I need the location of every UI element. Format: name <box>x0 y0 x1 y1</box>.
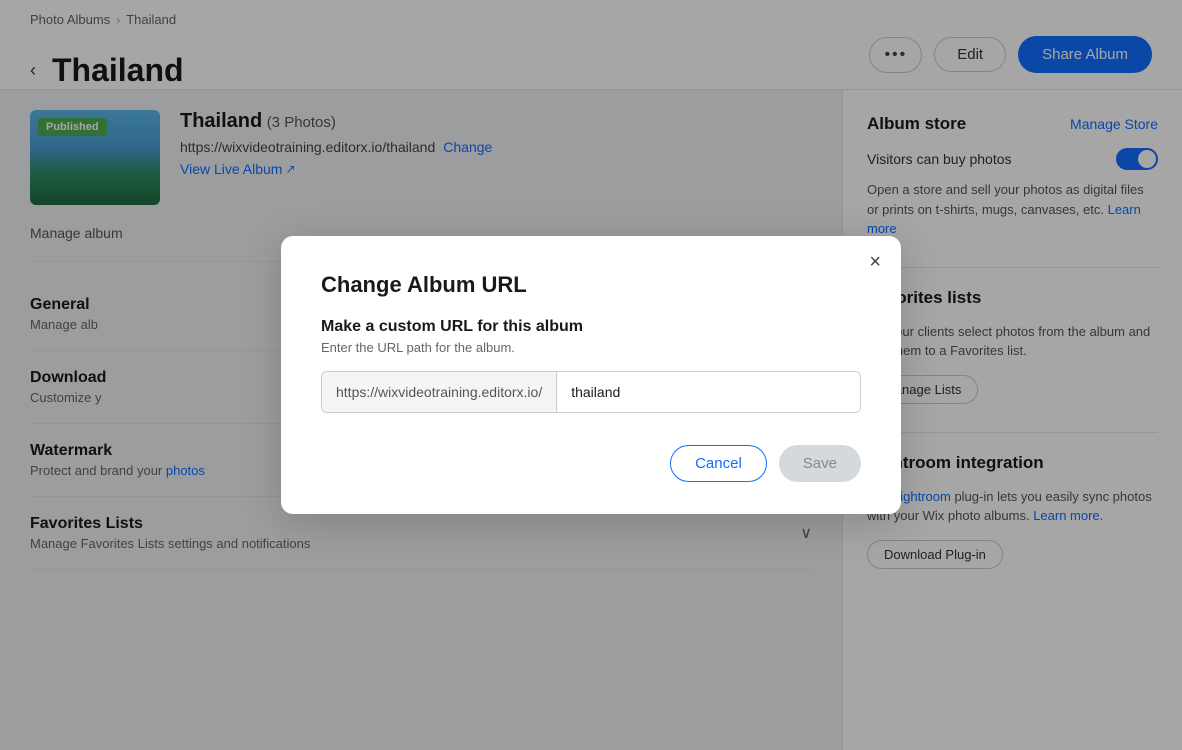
cancel-button[interactable]: Cancel <box>670 445 767 482</box>
modal-close-button[interactable]: × <box>869 252 881 272</box>
change-album-url-modal: × Change Album URL Make a custom URL for… <box>281 236 901 514</box>
page-background: Photo Albums › Thailand ‹ Thailand ••• E… <box>0 0 1182 750</box>
modal-subtitle: Make a custom URL for this album <box>321 318 861 336</box>
url-path-input[interactable] <box>557 372 860 412</box>
url-input-row: https://wixvideotraining.editorx.io/ <box>321 371 861 413</box>
modal-actions: Cancel Save <box>321 445 861 482</box>
modal-hint: Enter the URL path for the album. <box>321 340 861 355</box>
url-base: https://wixvideotraining.editorx.io/ <box>322 372 557 412</box>
modal-title: Change Album URL <box>321 272 861 298</box>
modal-overlay: × Change Album URL Make a custom URL for… <box>0 0 1182 750</box>
save-button[interactable]: Save <box>779 445 861 482</box>
